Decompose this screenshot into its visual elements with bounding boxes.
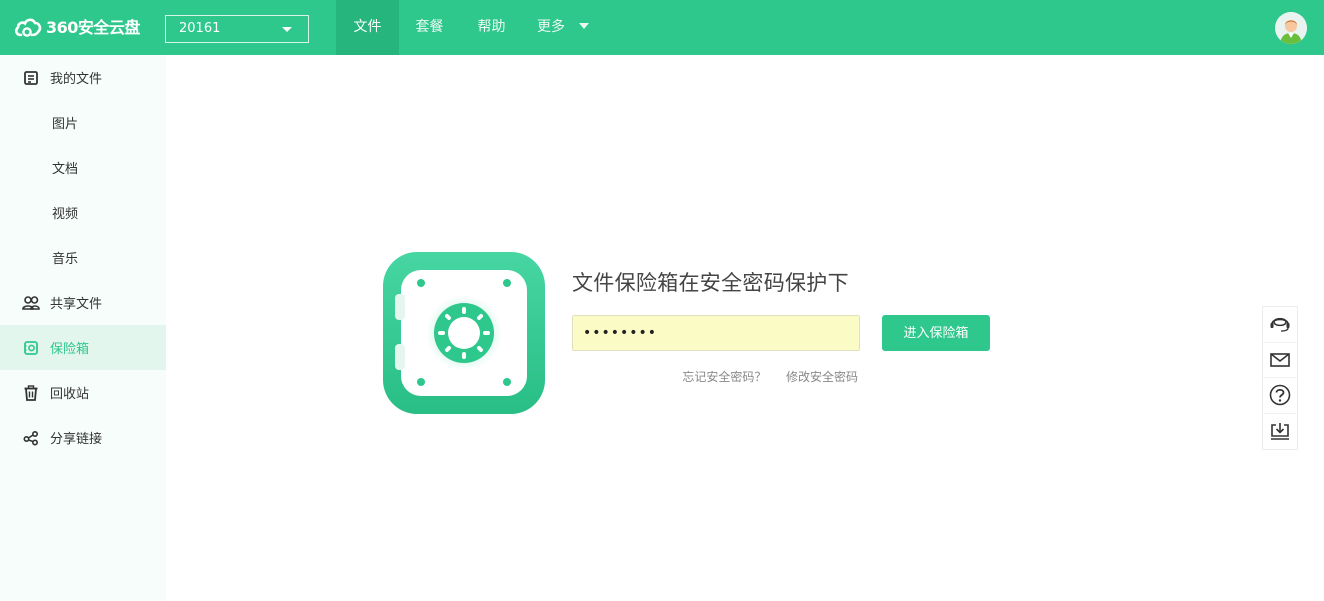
sidebar-item-documents[interactable]: 文档 [0, 145, 166, 190]
sidebar-item-label: 共享文件 [50, 297, 103, 312]
help-icon [1269, 384, 1291, 406]
app-logo[interactable]: 360安全云盘 [14, 16, 140, 40]
forgot-password-link[interactable]: 忘记安全密码？ [682, 370, 766, 384]
sidebar-item-label: 回收站 [50, 387, 90, 402]
nav-help[interactable]: 帮助 [460, 0, 523, 55]
sidebar-item-label: 图片 [52, 117, 79, 132]
sidebar-item-label: 分享链接 [50, 432, 103, 447]
change-password-link[interactable]: 修改安全密码 [786, 370, 858, 384]
caret-down-icon [579, 23, 589, 29]
sidebar-item-label: 保险箱 [50, 342, 90, 357]
sidebar-item-safe[interactable]: 保险箱 [0, 325, 166, 370]
customer-service-icon [1270, 318, 1290, 332]
sidebar-item-label: 我的文件 [50, 72, 103, 87]
help-button[interactable] [1263, 378, 1297, 414]
trash-icon [22, 384, 40, 402]
shared-users-icon [22, 294, 40, 312]
nav-files-label: 文件 [353, 19, 382, 35]
safe-icon [22, 339, 40, 357]
sidebar-item-label: 视频 [52, 207, 79, 222]
safe-password-input[interactable] [572, 315, 860, 351]
sidebar-item-my-files[interactable]: 我的文件 [0, 55, 166, 100]
sidebar-item-recycle-bin[interactable]: 回收站 [0, 370, 166, 415]
avatar-icon [1275, 12, 1307, 44]
top-nav: 文件 套餐 帮助 更多 [336, 0, 589, 55]
enter-safe-button[interactable]: 进入保险箱 [882, 315, 990, 351]
nav-more[interactable]: 更多 [523, 0, 589, 55]
mail-button[interactable] [1263, 343, 1297, 378]
download-client-button[interactable] [1263, 414, 1297, 450]
cloud-logo-icon [15, 18, 42, 37]
nav-plans-label: 套餐 [415, 19, 444, 35]
sidebar-item-share-links[interactable]: 分享链接 [0, 415, 166, 460]
safe-vault-illustration [383, 252, 545, 414]
sidebar-item-images[interactable]: 图片 [0, 100, 166, 145]
nav-more-label: 更多 [537, 19, 565, 35]
sidebar-item-shared[interactable]: 共享文件 [0, 280, 166, 325]
sidebar-item-label: 音乐 [52, 252, 79, 267]
nav-help-label: 帮助 [477, 19, 506, 35]
sidebar-item-label: 文档 [52, 162, 79, 177]
account-value: 20161 [179, 21, 221, 36]
sidebar: 我的文件 图片 文档 视频 音乐 共享文件 保险箱 回收站 分享链接 [0, 55, 166, 601]
vault-title: 文件保险箱在安全密码保护下 [572, 271, 849, 295]
floating-toolbar [1262, 306, 1298, 450]
download-icon [1271, 423, 1289, 441]
nav-files[interactable]: 文件 [336, 0, 399, 55]
sidebar-item-videos[interactable]: 视频 [0, 190, 166, 235]
my-files-icon [22, 69, 40, 87]
sidebar-item-music[interactable]: 音乐 [0, 235, 166, 280]
nav-plans[interactable]: 套餐 [399, 0, 460, 55]
top-header: 360安全云盘 20161 文件 套餐 帮助 更多 [0, 0, 1324, 55]
user-avatar[interactable] [1275, 12, 1307, 44]
share-link-icon [22, 429, 40, 447]
password-links: 忘记安全密码？ 修改安全密码 [682, 368, 858, 385]
mail-icon [1270, 352, 1290, 367]
account-dropdown[interactable]: 20161 [165, 15, 309, 43]
caret-down-icon [282, 27, 292, 32]
logo-text: 360安全云盘 [46, 18, 140, 37]
customer-service-button[interactable] [1263, 307, 1297, 343]
